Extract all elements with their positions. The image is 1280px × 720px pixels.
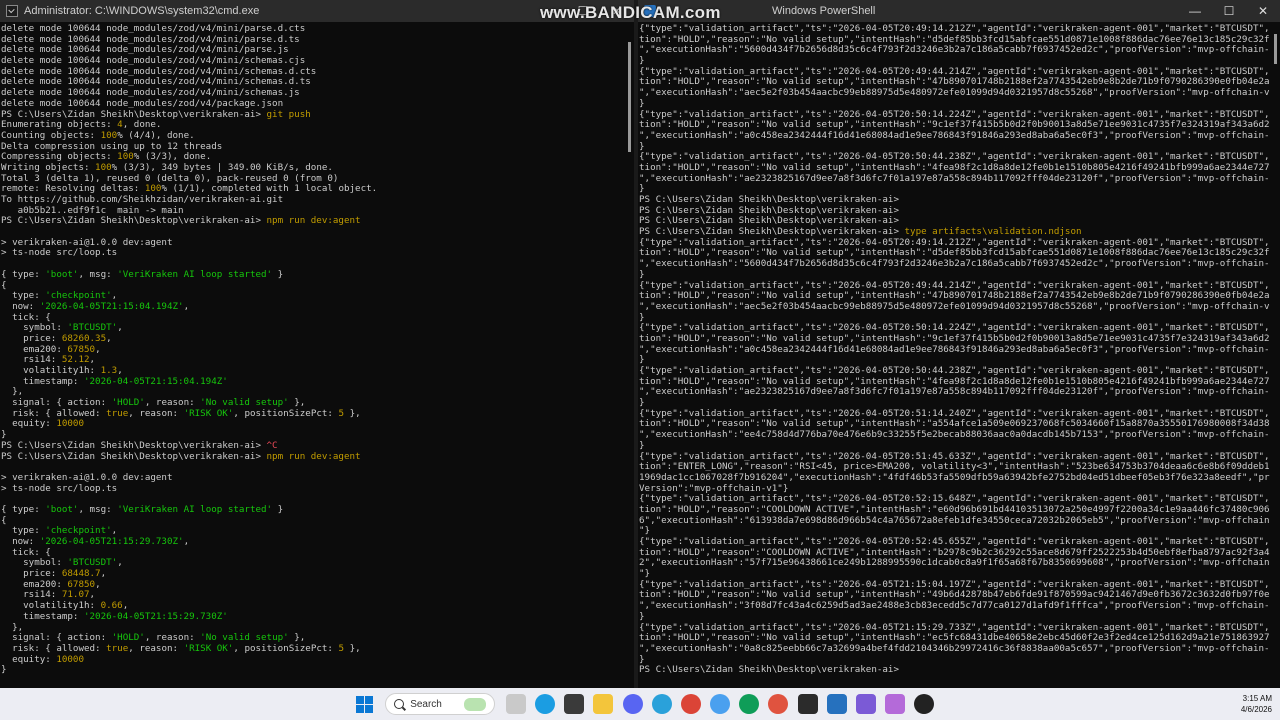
terminal-line: ","executionHash":"a0c458ea2342444f16d41…	[639, 343, 1280, 355]
bandicam-watermark: www.BANDICAM.com	[540, 3, 721, 22]
terminal-line: ","executionHash":"5600d434f7b2656d8d35c…	[639, 258, 1280, 270]
terminal-line: equity: 10000	[1, 418, 84, 430]
store-icon[interactable]	[564, 694, 585, 714]
terminal-line: ","executionHash":"5600d434f7b2656d8d35c…	[639, 44, 1280, 56]
terminal-line: ema200: 67850,	[1, 343, 101, 355]
powershell-titlebar[interactable]: Windows PowerShell — ☐ ✕	[638, 0, 1280, 22]
powershell-scrollbar-thumb[interactable]	[1274, 34, 1277, 64]
powershell-window[interactable]: Windows PowerShell — ☐ ✕ {"type":"valida…	[638, 0, 1280, 688]
terminal-line: PS C:\Users\Zidan Sheikh\Desktop\verikra…	[1, 450, 361, 462]
cmd-scrollbar-thumb[interactable]	[628, 42, 631, 152]
terminal-line: delete mode 100644 node_modules/zod/v4/p…	[1, 97, 284, 109]
edge-icon[interactable]	[534, 694, 555, 714]
search-label: Search	[410, 698, 442, 710]
terminal-line: Counting objects: 100% (4/4), done.	[1, 129, 195, 141]
terminal-line: ema200: 67850,	[1, 578, 101, 590]
taskbar-search[interactable]: Search	[385, 693, 496, 715]
cmd-titlebar[interactable]: Administrator: C:\WINDOWS\system32\cmd.e…	[0, 0, 634, 22]
maximize-icon[interactable]: ☐	[1212, 0, 1246, 22]
terminal-line: equity: 10000	[1, 653, 84, 665]
chrome-profile-icon[interactable]	[739, 694, 760, 714]
start-button[interactable]	[355, 694, 375, 714]
file-explorer-icon[interactable]	[593, 694, 614, 714]
minimize-icon[interactable]: —	[1178, 0, 1212, 22]
terminal-line: ","executionHash":"3f08d7fc43a4c6259d5ad…	[639, 600, 1280, 612]
terminal-line: 6","executionHash":"613938da7e698d86d966…	[639, 514, 1280, 526]
terminal-line: ","executionHash":"aec5e2f03b454aacbc99e…	[639, 300, 1280, 312]
terminal-line: ","executionHash":"ae2323825167d9ee7a8f3…	[639, 386, 1280, 398]
powershell-window-title: Windows PowerShell	[772, 5, 876, 17]
terminal-line: > ts-node src/loop.ts	[1, 247, 118, 259]
search-highlight-icon	[464, 698, 487, 711]
clock-date: 4/6/2026	[1240, 705, 1272, 714]
terminal-line: now: '2026-04-05T21:15:29.730Z',	[1, 536, 190, 547]
cmd-window[interactable]: Administrator: C:\WINDOWS\system32\cmd.e…	[0, 0, 634, 688]
powershell-terminal-output[interactable]: {"type":"validation_artifact","ts":"2026…	[638, 22, 1280, 676]
terminal-line: timestamp: '2026-04-05T21:15:04.194Z'	[1, 375, 228, 387]
terminal-line: 2","executionHash":"57f715e96438661ce249…	[639, 557, 1280, 569]
terminal-line: 1969dac1cc1067028f7b916204","executionHa…	[639, 471, 1280, 483]
terminal-line: PS C:\Users\Zidan Sheikh\Desktop\verikra…	[639, 664, 899, 676]
terminal-line: }	[639, 97, 645, 109]
cmd-scrollbar[interactable]	[624, 22, 634, 688]
terminal-line: }	[639, 610, 645, 622]
terminal-line: > ts-node src/loop.ts	[1, 482, 118, 494]
windows-logo-icon	[356, 695, 374, 713]
powershell-scrollbar[interactable]	[1270, 22, 1280, 688]
terminal-line: ","executionHash":"a0c458ea2342444f16d41…	[639, 129, 1280, 141]
app-icon[interactable]	[856, 694, 877, 714]
terminal-line: ","executionHash":"ae2323825167d9ee7a8f3…	[639, 172, 1280, 184]
terminal-line: }	[639, 439, 645, 451]
vscode-icon[interactable]	[826, 694, 847, 714]
discord-icon[interactable]	[622, 694, 643, 714]
terminal-line: }	[639, 268, 645, 280]
terminal-line: timestamp: '2026-04-05T21:15:29.730Z'	[1, 610, 228, 622]
terminal-line: ","executionHash":"aec5e2f03b454aacbc99e…	[639, 87, 1280, 99]
terminal-line: risk: { allowed: true, reason: 'RISK OK'…	[1, 642, 361, 654]
terminal-line: ","executionHash":"ee4c758d4d776ba70e476…	[639, 429, 1280, 441]
notes-icon[interactable]	[885, 694, 906, 714]
terminal-line: { type: 'boot', msg: 'VeriKraken AI loop…	[1, 503, 284, 515]
taskbar: Search 3:15 AM 4/6/2026	[0, 688, 1280, 720]
terminal-icon[interactable]	[797, 694, 818, 714]
terminal-line: }	[1, 664, 7, 676]
taskbar-apps: Search	[350, 688, 939, 720]
task-view-icon[interactable]	[505, 694, 526, 714]
terminal-line: now: '2026-04-05T21:15:04.194Z',	[1, 300, 190, 312]
search-icon	[394, 699, 405, 709]
terminal-line: > verikraken-ai@1.0.0 dev:agent	[1, 471, 173, 483]
clock-time: 3:15 AM	[1242, 694, 1272, 703]
browser-icon[interactable]	[710, 694, 731, 714]
terminal-line: PS C:\Users\Zidan Sheikh\Desktop\verikra…	[1, 215, 361, 227]
telegram-icon[interactable]	[651, 694, 672, 714]
chrome-icon[interactable]	[680, 694, 701, 714]
chrome-alt-icon[interactable]	[768, 694, 789, 714]
system-clock[interactable]: 3:15 AM 4/6/2026	[1241, 688, 1272, 720]
recorder-icon[interactable]	[914, 694, 935, 714]
terminal-line: { type: 'boot', msg: 'VeriKraken AI loop…	[1, 268, 284, 280]
close-icon[interactable]: ✕	[1246, 0, 1280, 22]
terminal-line: ","executionHash":"0a8c825eebb66c7a32699…	[639, 642, 1280, 654]
terminal-line: risk: { allowed: true, reason: 'RISK OK'…	[1, 407, 361, 419]
cmd-icon	[6, 5, 18, 17]
cmd-window-title: Administrator: C:\WINDOWS\system32\cmd.e…	[24, 5, 260, 17]
cmd-terminal-output[interactable]: delete mode 100644 node_modules/zod/v4/m…	[0, 22, 634, 676]
